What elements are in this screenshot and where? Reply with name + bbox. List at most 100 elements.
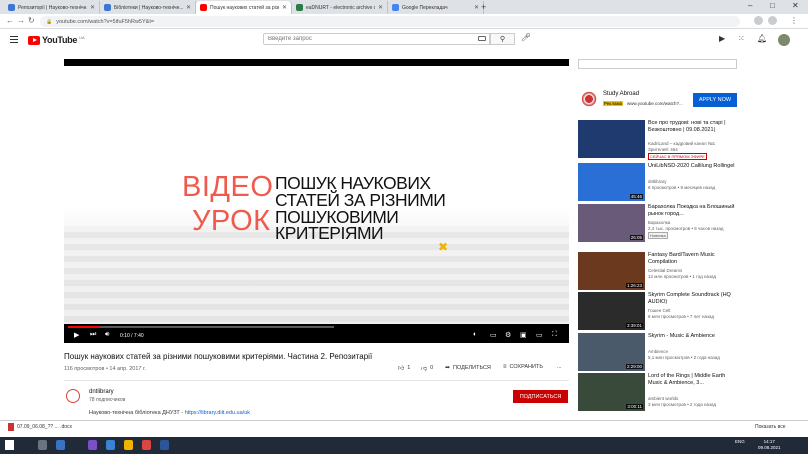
ad-url: www.youtube.com/watch?...	[627, 101, 683, 106]
microphone-icon[interactable]: 🎤︎	[521, 33, 531, 42]
extension-icon[interactable]	[754, 16, 763, 25]
word-icon[interactable]	[160, 440, 169, 450]
channel-avatar[interactable]	[66, 389, 80, 403]
skype-icon[interactable]	[106, 440, 115, 450]
recommendation-title[interactable]: Lord of the Rings | Middle Earth Music &…	[648, 373, 736, 387]
browser-tab-4[interactable]: eaDNURT - electronic archive of... ✕	[292, 1, 388, 14]
new-tab-button[interactable]: +	[481, 2, 486, 12]
recommendation-title[interactable]: Skyrim - Music & Ambience	[648, 333, 736, 340]
create-video-icon[interactable]: ▶︎	[719, 34, 725, 43]
duration-badge: 45:46	[629, 194, 643, 199]
duration-badge: 2:29:00	[625, 364, 643, 369]
recommendation-title[interactable]: UniLibNSD-2020 Callilung Rollingel	[648, 163, 736, 170]
fullscreen-icon[interactable]: ⛶	[552, 331, 557, 339]
url-text: youtube.com/watch?v=5ifuF5hRw5Y&t=	[56, 18, 155, 25]
taskbar-clock[interactable]: 14:17 09.08.2021	[758, 439, 781, 451]
browser-tab-2[interactable]: Бібліотеки | Науково-технічн... ✕	[100, 1, 196, 14]
miniplayer-icon[interactable]: ▣	[520, 331, 527, 339]
theater-mode-icon[interactable]: ▭	[536, 331, 543, 339]
recommendation-title[interactable]: Fantasy Bard/Tavern Music Compilation	[648, 252, 736, 266]
window-close-button[interactable]: ✕	[792, 1, 799, 10]
tab-close-icon[interactable]: ✕	[186, 4, 191, 11]
recommendation-item[interactable]: 3:00:11 Lord of the Rings | Middle Earth…	[578, 373, 738, 411]
video-thumbnail[interactable]: 3:39:01	[578, 292, 645, 330]
save-button[interactable]: ≡ СОХРАНИТЬ	[503, 364, 543, 370]
thumbs-up-icon: 👍︎	[398, 366, 405, 372]
youtube-logo[interactable]: YouTube UA	[28, 35, 85, 45]
new-badge: Новинка	[648, 232, 668, 239]
search-input[interactable]	[263, 33, 490, 45]
apply-now-button[interactable]: APPLY NOW	[693, 93, 737, 107]
recommendation-item[interactable]: 3:39:01 Skyrim Complete Soundtrack (HQ A…	[578, 292, 738, 330]
browser-menu-icon[interactable]: ⋮	[790, 16, 798, 25]
browser-tab-5[interactable]: Google Перекладач ✕	[388, 1, 484, 14]
description-link[interactable]: https://library.diit.edu.ua/uk	[185, 410, 250, 416]
ad-title[interactable]: Study Abroad	[603, 91, 639, 97]
video-thumbnail[interactable]: 2:29:00	[578, 333, 645, 371]
play-icon[interactable]: ▶	[74, 331, 79, 339]
video-thumbnail[interactable]: 45:46	[578, 163, 645, 201]
video-thumbnail[interactable]: 26:05	[578, 204, 645, 242]
recommendation-title[interactable]: Skyrim Complete Soundtrack (HQ AUDIO)	[648, 292, 736, 306]
more-actions-button[interactable]: ...	[557, 364, 562, 370]
recommendation-item[interactable]: Все про трудові: нові та старі | Безкошт…	[578, 120, 738, 160]
search-taskbar-icon[interactable]	[38, 440, 47, 450]
viber-icon[interactable]	[88, 440, 97, 450]
volume-icon[interactable]: 🔊︎	[105, 331, 109, 339]
video-frame[interactable]: ВІДЕО УРОК ПОШУК НАУКОВИХ СТАТЕЙ ЗА РІЗН…	[64, 66, 569, 324]
recommendation-item[interactable]: 2:29:00 Skyrim - Music & Ambience Ambien…	[578, 333, 738, 371]
window-maximize-button[interactable]: □	[770, 1, 775, 10]
forward-arrow-icon[interactable]: →	[17, 16, 25, 25]
frame-line-4: КРИТЕРІЯМИ	[275, 223, 384, 243]
hamburger-menu-icon[interactable]	[10, 36, 18, 43]
recommendation-channel: dntlibrary	[648, 179, 667, 184]
ad-badge: Реклама	[603, 101, 624, 106]
notifications-bell-icon[interactable]: 🔔︎	[757, 34, 767, 43]
recommendation-title[interactable]: Барахолка Поездка на Блошиный рынок горо…	[648, 204, 736, 218]
progress-bar[interactable]	[68, 326, 334, 328]
ad-banner[interactable]	[578, 59, 737, 69]
like-button[interactable]: 👍︎ 1	[398, 364, 410, 372]
edge-icon[interactable]	[56, 440, 65, 450]
omnibox[interactable]: 🔒 youtube.com/watch?v=5ifuF5hRw5Y&t=	[40, 16, 740, 27]
search-button[interactable]: ⚲	[490, 33, 515, 45]
recommendation-item[interactable]: 1:26:23 Fantasy Bard/Tavern Music Compil…	[578, 252, 738, 290]
autoplay-toggle-icon[interactable]: ◐	[473, 331, 477, 338]
show-all-downloads-link[interactable]: Показать все	[755, 424, 786, 430]
chrome-icon[interactable]	[124, 440, 133, 450]
subscribe-button[interactable]: ПОДПИСАТЬСЯ	[513, 390, 568, 403]
recommendation-title[interactable]: Все про трудові: нові та старі | Безкошт…	[648, 120, 736, 134]
browser-tab-1[interactable]: Репозиторії | Науково-технічн... ✕	[4, 1, 100, 14]
tab-close-icon[interactable]: ✕	[378, 4, 383, 11]
reload-icon[interactable]: ↻	[28, 16, 35, 25]
tab-close-icon[interactable]: ✕	[90, 4, 95, 11]
windows-start-icon[interactable]	[5, 440, 14, 450]
frame-word-video: ВІДЕО	[182, 171, 274, 203]
dislike-button[interactable]: 👎︎ 0	[421, 364, 433, 372]
video-thumbnail[interactable]	[578, 120, 645, 158]
video-thumbnail[interactable]: 1:26:23	[578, 252, 645, 290]
apps-grid-icon[interactable]: ⁙	[738, 34, 745, 43]
settings-gear-icon[interactable]: ⚙	[505, 331, 511, 339]
app-icon[interactable]	[142, 440, 151, 450]
keyboard-icon[interactable]	[478, 36, 486, 41]
recommendation-item[interactable]: 45:46 UniLibNSD-2020 Callilung Rollingel…	[578, 163, 738, 201]
download-item[interactable]: 07.09_06.08_?? ... .docx	[8, 423, 72, 431]
recommendation-channel: Ambience	[648, 349, 669, 354]
tab-favicon-icon	[392, 4, 399, 11]
recommendation-meta: Зрителей: 464	[648, 147, 678, 152]
window-minimize-button[interactable]: –	[748, 1, 752, 10]
system-tray-clock[interactable]: ENG	[735, 439, 745, 445]
video-thumbnail[interactable]: 3:00:11	[578, 373, 645, 411]
tab-close-icon[interactable]: ✕	[474, 4, 479, 11]
user-avatar[interactable]	[778, 34, 790, 46]
tab-close-icon[interactable]: ✕	[282, 4, 287, 11]
back-arrow-icon[interactable]: ←	[6, 16, 14, 25]
browser-tab-3-active[interactable]: Пошук наукових статей за різн... ✕	[196, 1, 292, 14]
profile-icon[interactable]	[768, 16, 777, 25]
channel-name[interactable]: dntlibrary	[89, 389, 114, 395]
share-button[interactable]: ➦ ПОДЕЛИТЬСЯ	[445, 364, 491, 372]
subtitles-icon[interactable]: ▭	[490, 331, 497, 339]
recommendation-item[interactable]: 26:05 Барахолка Поездка на Блошиный рыно…	[578, 204, 738, 242]
next-icon[interactable]: ⏭︎	[90, 331, 96, 339]
